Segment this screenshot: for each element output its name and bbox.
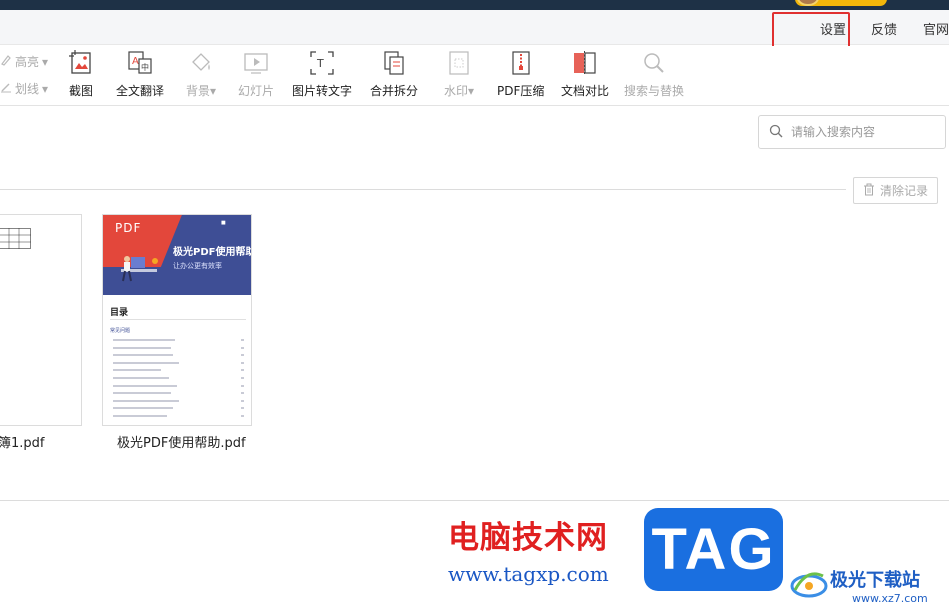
merge-split-label: 合并拆分 [370, 84, 419, 98]
aurora-logo-icon [789, 564, 829, 600]
highlighter-icon [0, 54, 12, 69]
cover-badge: PDF [115, 221, 142, 235]
play-screen-icon [243, 50, 269, 76]
toc-line [113, 399, 179, 402]
search-replace-button[interactable]: 搜索与替换 [624, 50, 684, 99]
watermark-brand-name: 极光下载站 [830, 570, 920, 591]
bottom-divider [0, 500, 949, 501]
cover-title: 极光PDF使用帮助 [173, 247, 251, 258]
toc-page-number [241, 354, 244, 357]
search-input[interactable] [791, 125, 931, 139]
screenshot-button[interactable]: 截图 [68, 50, 94, 99]
watermark-tag-logo: TAG [644, 508, 783, 591]
image-to-text-button[interactable]: T 图片转文字 [292, 50, 352, 99]
file-thumbnail [0, 228, 33, 254]
toc-line [113, 361, 179, 364]
toc-page-number [241, 369, 244, 372]
toc-line [113, 392, 171, 395]
toc-page-number [241, 407, 244, 410]
search-icon [769, 123, 783, 142]
watermark-icon [446, 50, 472, 76]
compare-icon [572, 50, 598, 76]
slideshow-button[interactable]: 幻灯片 [238, 50, 274, 99]
toc-page-number [241, 399, 244, 402]
search-box[interactable] [758, 115, 946, 149]
paint-bucket-icon [188, 50, 214, 76]
translate-icon: A中 [127, 50, 153, 76]
clear-history-label: 清除记录 [879, 184, 928, 198]
toc-page-number [241, 361, 244, 364]
full-translate-label: 全文翻译 [116, 84, 165, 98]
strikethrough-label: 划线 [15, 82, 40, 96]
search-replace-label: 搜索与替换 [624, 84, 685, 98]
svg-text:中: 中 [141, 62, 149, 72]
toc-line [113, 384, 177, 387]
toc-line [113, 369, 161, 372]
toc-page-number [241, 339, 244, 341]
pen-icon [0, 81, 12, 96]
trash-icon [863, 183, 875, 199]
highlight-tool[interactable]: 高亮 ▾ [0, 53, 48, 70]
file-card-2[interactable]: PDF ■ 极光PDF使用帮助 让办公更有效率 目录 常见问题 [102, 214, 252, 426]
doc-compare-button[interactable]: 文档对比 [561, 50, 609, 99]
slideshow-label: 幻灯片 [238, 84, 275, 98]
pdf-compress-label: PDF压缩 [497, 84, 545, 98]
clear-history-button[interactable]: 清除记录 [853, 177, 938, 204]
screenshot-label: 截图 [68, 84, 93, 98]
toc-page-number [241, 384, 244, 387]
chevron-down-icon: ▾ [42, 54, 49, 69]
watermark-site-url: www.tagxp.com [448, 562, 609, 586]
background-label: 背景▾ [186, 84, 217, 98]
merge-split-button[interactable]: 合并拆分 [370, 50, 418, 99]
compress-icon [508, 50, 534, 76]
svg-text:A: A [132, 56, 139, 67]
toc-line [113, 377, 169, 379]
illustration-icon [117, 247, 167, 291]
file-thumbnail-cover: PDF ■ 极光PDF使用帮助 让办公更有效率 [103, 215, 251, 295]
watermark-button[interactable]: 水印▾ [444, 50, 474, 99]
pdf-compress-button[interactable]: PDF压缩 [497, 50, 544, 99]
section-divider [0, 189, 846, 190]
toc-page-number [241, 346, 244, 349]
svg-text:T: T [316, 57, 324, 70]
full-translate-button[interactable]: A中 全文翻译 [116, 50, 164, 99]
cover-subtitle: 让办公更有效率 [173, 262, 222, 270]
watermark-brand-url: www.xz7.com [852, 592, 928, 605]
menu-feedback[interactable]: 反馈 [871, 19, 897, 38]
toc-line [113, 339, 175, 341]
image-crop-icon [68, 50, 94, 76]
chevron-down-icon: ▾ [42, 81, 49, 96]
file-card-1[interactable] [0, 214, 82, 426]
image-to-text-label: 图片转文字 [292, 84, 353, 98]
file-name-2[interactable]: 极光PDF使用帮助.pdf [117, 432, 246, 451]
toc-section: 常见问题 [110, 328, 131, 334]
magnifier-icon [641, 50, 667, 76]
highlight-label: 高亮 [15, 55, 40, 69]
toc-page-number [241, 377, 244, 379]
strikethrough-tool[interactable]: 划线 ▾ [0, 80, 48, 97]
merge-pages-icon [381, 50, 407, 76]
background-button[interactable]: 背景▾ [186, 50, 216, 99]
ocr-icon: T [309, 50, 335, 76]
watermark-site-name: 电脑技术网 [448, 520, 608, 556]
toc-divider [110, 319, 246, 320]
toc-line [113, 354, 173, 357]
toc-line [113, 407, 173, 410]
toc-line [113, 415, 167, 417]
file-name-1[interactable]: 簿1.pdf [0, 432, 44, 451]
toc-title: 目录 [110, 308, 129, 318]
toc-line [113, 346, 171, 349]
menu-official-site[interactable]: 官网 [923, 19, 949, 38]
toc-page-number [241, 415, 244, 417]
watermark-label: 水印▾ [444, 84, 475, 98]
brand-logo-icon: ■ [221, 220, 226, 226]
doc-compare-label: 文档对比 [561, 84, 610, 98]
toc-page-number [241, 392, 244, 395]
